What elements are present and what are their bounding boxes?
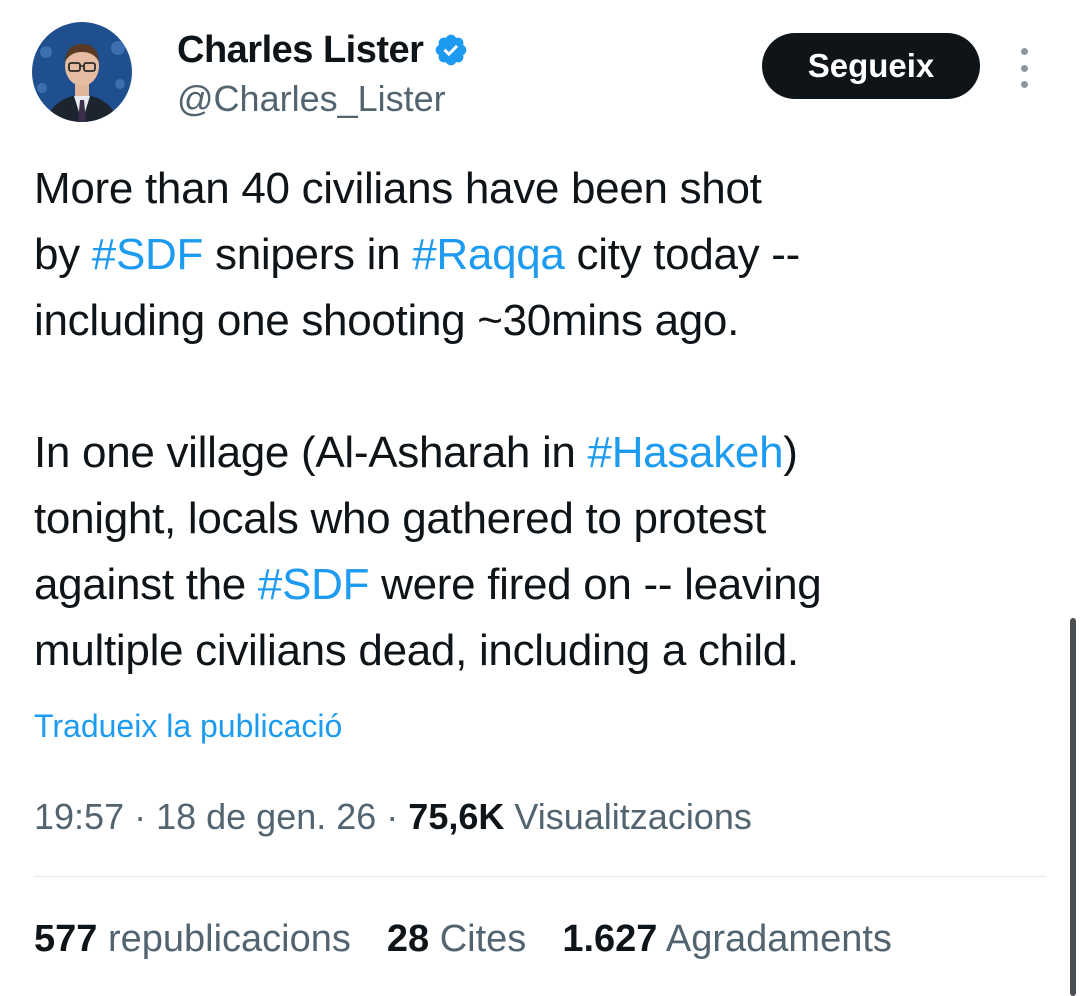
tweet-line: including one shooting ~30mins ago. — [34, 288, 1034, 354]
tweet-date[interactable]: 18 de gen. 26 — [156, 796, 376, 837]
tweet-text: More than 40 civilians have been shot by … — [34, 156, 1034, 684]
divider — [34, 876, 1046, 877]
author-handle[interactable]: @Charles_Lister — [177, 78, 446, 120]
hashtag-link[interactable]: #Raqqa — [412, 230, 565, 279]
engagement-stats: 577 republicacions 28 Cites 1.627 Agrada… — [34, 918, 892, 961]
avatar[interactable] — [32, 22, 132, 122]
views-label: Visualitzacions — [514, 796, 752, 837]
hashtag-link[interactable]: #SDF — [92, 230, 204, 279]
tweet-line: More than 40 civilians have been shot — [34, 156, 1034, 222]
hashtag-link[interactable]: #Hasakeh — [588, 428, 784, 477]
reposts-label: republicacions — [107, 918, 351, 960]
more-vertical-icon[interactable] — [1014, 48, 1034, 88]
quotes-label: Cites — [439, 918, 527, 960]
tweet-line: tonight, locals who gathered to protest — [34, 486, 1034, 552]
likes-label: Agradaments — [665, 918, 892, 960]
tweet-text-segment: by — [34, 230, 92, 279]
likes-count: 1.627 — [562, 918, 658, 960]
likes-stat[interactable]: 1.627 Agradaments — [562, 918, 892, 961]
tweet-text-segment: More than 40 civilians have been shot — [34, 164, 762, 213]
reposts-count: 577 — [34, 918, 98, 960]
tweet-line: against the #SDF were fired on -- leavin… — [34, 552, 1034, 618]
author-name-row: Charles Lister — [177, 26, 469, 74]
avatar-photo — [32, 22, 132, 122]
scrollbar[interactable] — [1070, 618, 1076, 996]
tweet-line: by #SDF snipers in #Raqqa city today -- — [34, 222, 1034, 288]
author-display-name[interactable]: Charles Lister — [177, 29, 424, 72]
tweet-meta: 19:57 · 18 de gen. 26 · 75,6K Visualitza… — [34, 796, 752, 838]
reposts-stat[interactable]: 577 republicacions — [34, 918, 351, 961]
tweet-text-segment: ) — [783, 428, 798, 477]
meta-separator: · — [124, 796, 157, 837]
tweet-text-segment: In one village (Al-Asharah in — [34, 428, 588, 477]
quotes-stat[interactable]: 28 Cites — [387, 918, 526, 961]
views-count: 75,6K — [408, 796, 505, 837]
translate-link[interactable]: Tradueix la publicació — [34, 708, 342, 745]
tweet-text-segment: multiple civilians dead, including a chi… — [34, 626, 799, 675]
more-dot — [1020, 81, 1028, 88]
tweet-paragraph-2: In one village (Al-Asharah in #Hasakeh) t… — [34, 420, 1034, 684]
more-dot — [1020, 48, 1028, 55]
tweet-paragraph-1: More than 40 civilians have been shot by … — [34, 156, 1034, 354]
tweet-text-segment: city today -- — [564, 230, 801, 279]
tweet-text-segment: snipers in — [203, 230, 413, 279]
more-dot — [1020, 64, 1028, 72]
hashtag-link[interactable]: #SDF — [258, 560, 370, 609]
meta-separator: · — [376, 796, 409, 837]
verified-badge-icon — [436, 34, 467, 66]
tweet-line: multiple civilians dead, including a chi… — [34, 618, 1034, 684]
tweet-text-segment: tonight, locals who gathered to protest — [34, 494, 766, 543]
quotes-count: 28 — [386, 918, 430, 960]
tweet-text-segment: against the — [34, 560, 258, 609]
tweet-line: In one village (Al-Asharah in #Hasakeh) — [34, 420, 1034, 486]
follow-button[interactable]: Segueix — [762, 33, 980, 99]
tweet-time[interactable]: 19:57 — [34, 796, 124, 837]
tweet-text-segment: were fired on -- leaving — [369, 560, 822, 609]
tweet-text-segment: including one shooting ~30mins ago. — [34, 296, 740, 345]
